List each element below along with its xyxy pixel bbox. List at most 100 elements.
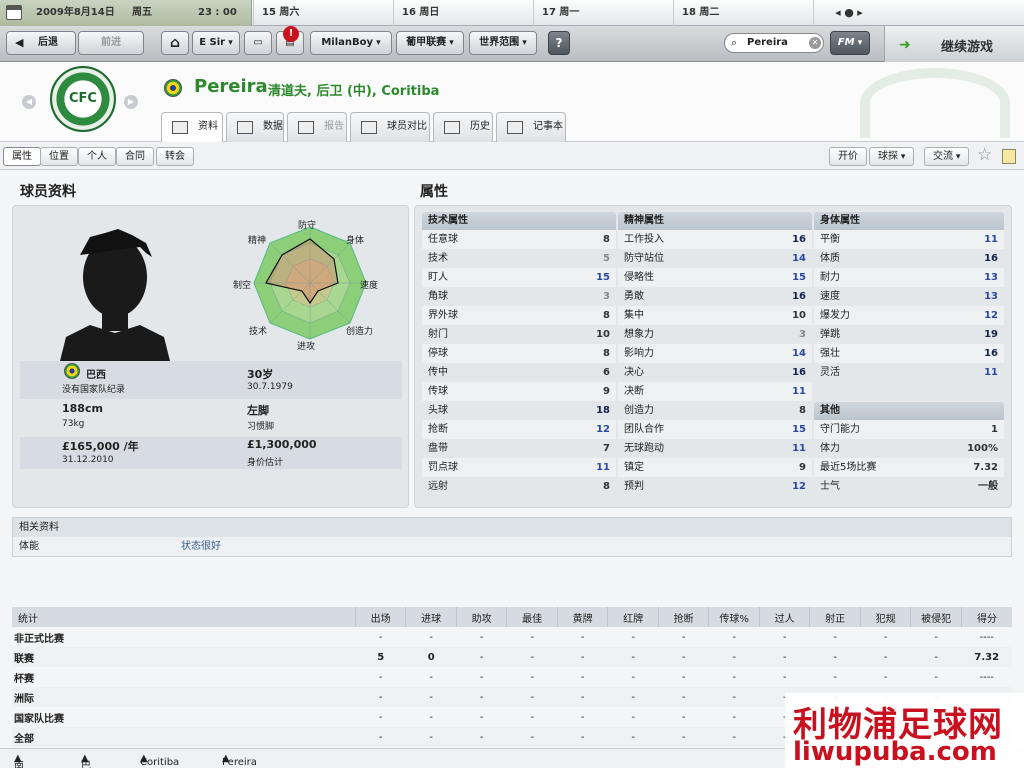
attribute-name: 头球 [428,405,448,416]
stats-column-header[interactable]: 助攻 [455,607,507,627]
attribute-row: 射门 10 [422,325,616,344]
attribute-value: 15 [792,272,806,283]
tab-notebook[interactable]: 记事本 [496,112,566,142]
breadcrumb-item[interactable]: Pereira ▲ [222,753,257,768]
stats-cell: - [934,631,938,643]
prev-player-icon[interactable]: ◀ [22,95,36,109]
tab-profile[interactable]: 资料 [161,112,223,143]
subtab-positions[interactable]: 位置 [40,147,78,166]
attribute-row: 团队合作 15 [618,420,812,439]
world-menu[interactable]: 世界范围 [469,31,537,55]
stats-cell: - [557,647,608,667]
brazil-flag-icon [64,363,80,379]
attribute-row: 盘带 7 [422,439,616,458]
stats-cell: - [557,727,608,747]
club-crest: CFC [50,66,116,132]
breadcrumb-item[interactable]: Coritiba ▲ [140,753,179,768]
calendar-icon[interactable] [6,5,22,20]
clear-search-icon[interactable]: ✕ [809,37,821,49]
stats-column-header[interactable]: 出场 [354,607,406,627]
subtab-contract[interactable]: 合同 [116,147,154,166]
user-menu[interactable]: MilanBoy [310,31,392,55]
stats-cell: - [506,647,558,667]
stats-column-header[interactable]: 过人 [758,607,810,627]
attribute-value: 16 [792,367,806,378]
player-description[interactable]: 清道夫, 后卫 (中), Coritiba [268,80,439,99]
subtab-attributes[interactable]: 属性 [3,147,41,166]
calendar-day[interactable]: 16 周日 [393,0,533,26]
stats-cell: - [557,687,608,707]
attribute-name: 无球跑动 [624,443,664,454]
stats-cell: - [631,671,635,683]
attribute-row: 平衡 11 [814,230,1004,249]
stats-column-header[interactable]: 进球 [405,607,457,627]
attribute-name: 决断 [624,386,644,397]
attribute-row: 速度 13 [814,287,1004,306]
inbox-button[interactable]: ▤ ! [276,26,304,55]
search-box[interactable]: ⌕ Pereira ✕ [724,33,824,53]
stats-cell: - [708,727,760,747]
interact-menu[interactable]: 交流 [924,147,970,166]
stats-row-label: 杯赛 [14,673,34,685]
transfer-button[interactable]: ▭ [244,31,272,55]
tab-compare[interactable]: 球员对比 [350,112,430,142]
stats-column-header[interactable]: 最佳 [506,607,558,627]
watermark-url: liwupuba.com [793,737,997,767]
next-player-icon[interactable]: ▶ [124,95,138,109]
offer-button[interactable]: 开价 [829,147,867,166]
stats-column-header[interactable]: 统计 [12,607,356,627]
stats-column-header[interactable]: 犯规 [859,607,911,627]
international-record: 没有国家队纪录 [62,385,126,395]
stats-cell: - [732,711,736,723]
mental-header: 精神属性 [618,212,812,230]
attribute-value: 15 [596,272,610,283]
back-button[interactable]: ◀ 后退 [6,31,76,55]
breadcrumb-item[interactable]: 巴西 ▲ [81,753,91,768]
prev-icon[interactable]: ◂ [835,6,841,19]
attribute-name: 任意球 [428,234,458,245]
stats-cell: - [479,711,484,723]
current-date-panel[interactable]: 2009年8月14日 周五 23 : 00 [0,0,252,26]
calendar-day[interactable]: 17 周一 [533,0,673,26]
attribute-row: 集中 10 [618,306,812,325]
attribute-value: 6 [603,367,610,378]
stats-column-header[interactable]: 被侵犯 [910,607,962,627]
attribute-value: 8 [603,348,610,359]
calendar-day[interactable]: 15 周六 [253,0,393,26]
manager-menu[interactable]: E Sir [192,31,240,55]
technical-header: 技术属性 [422,212,616,230]
stats-column-header[interactable]: 射正 [809,607,861,627]
stats-cell: - [580,631,585,643]
calendar-day[interactable]: 18 周二 [673,0,813,26]
subtab-transfer[interactable]: 转会 [156,147,194,166]
calendar-bar: 2009年8月14日 周五 23 : 00 15 周六 16 周日 17 周一 … [0,0,1024,26]
search-input[interactable]: Pereira [747,37,788,48]
attribute-value: 8 [603,481,610,492]
help-button[interactable]: ? [548,31,570,55]
star-icon[interactable]: ☆ [977,145,992,165]
stats-column-header[interactable]: 红牌 [607,607,659,627]
fm-menu[interactable]: FM [830,31,870,55]
stats-column-header[interactable]: 传球% [708,607,760,627]
forward-button[interactable]: 前进 [78,31,144,55]
stats-column-header[interactable]: 得分 [960,607,1012,627]
continue-game-button[interactable]: ➜ 继续游戏 [884,26,1024,62]
tab-history[interactable]: 历史 [433,112,493,142]
calendar-nav[interactable]: ◂ ● ▸ [813,0,884,26]
subtab-personal[interactable]: 个人 [78,147,116,166]
next-icon[interactable]: ▸ [857,6,863,19]
add-note-icon[interactable] [1002,149,1016,164]
scout-menu[interactable]: 球探 [869,147,915,166]
weight: 73kg [62,419,85,429]
tab-stats[interactable]: 数据 [226,112,284,142]
dot-icon[interactable]: ● [844,6,854,19]
league-menu[interactable]: 葡甲联赛 [396,31,464,55]
attribute-row: 强壮 16 [814,344,1004,363]
breadcrumb-item[interactable]: 南美洲 ▲ [14,753,24,768]
nation[interactable]: 巴西 [86,366,106,381]
home-button[interactable]: ⌂ [161,31,189,55]
tab-report[interactable]: 报告 [287,112,347,142]
stats-column-header[interactable]: 黄牌 [556,607,608,627]
stats-cell: - [708,647,760,667]
stats-column-header[interactable]: 抢断 [657,607,709,627]
